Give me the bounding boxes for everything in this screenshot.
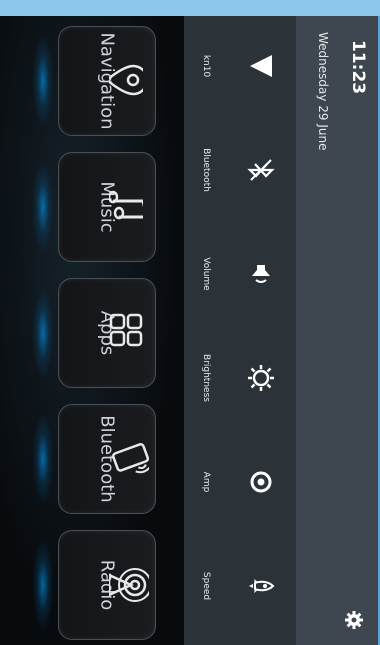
tile-glow xyxy=(33,541,53,629)
clock-time: 11:23 xyxy=(348,40,368,95)
tile-glow xyxy=(33,289,53,377)
settings-gear-icon[interactable] xyxy=(344,610,364,630)
music-tile[interactable]: Music xyxy=(33,152,156,262)
qs-amp-label: Amp xyxy=(201,471,211,493)
rocket-icon xyxy=(249,579,275,593)
device-screen: Navigation Music Apps Bluetooth Radio kn… xyxy=(0,0,380,645)
tile-glow xyxy=(33,415,53,503)
status-panel xyxy=(296,16,378,645)
location-pin-icon xyxy=(109,64,143,96)
apps-tile[interactable]: Apps xyxy=(33,278,156,388)
wifi-signal-icon xyxy=(250,55,272,77)
qs-volume-label: Volume xyxy=(201,257,211,291)
qs-volume[interactable]: Volume xyxy=(184,224,296,324)
phone-bluetooth-icon xyxy=(112,443,149,474)
qs-wifi[interactable]: kn10 xyxy=(184,16,296,116)
bluetooth-tile[interactable]: Bluetooth xyxy=(33,404,156,514)
amp-icon xyxy=(250,471,272,493)
clock-date: Wednesday 29 June xyxy=(316,32,330,151)
bluetooth-off-icon xyxy=(247,159,275,181)
qs-wifi-label: kn10 xyxy=(201,54,211,78)
radio-tile[interactable]: Radio xyxy=(33,530,156,640)
tile-glow xyxy=(33,163,53,251)
brightness-icon xyxy=(248,365,274,391)
volume-icon xyxy=(252,265,270,283)
radio-antenna-icon xyxy=(109,568,149,602)
navigation-tile[interactable]: Navigation xyxy=(33,26,156,136)
home-screen: Navigation Music Apps Bluetooth Radio xyxy=(0,16,184,645)
qs-brightness-label: Brightness xyxy=(201,354,211,402)
apps-grid-icon xyxy=(109,313,143,347)
tile-glow xyxy=(33,37,53,125)
qs-speed[interactable]: Speed xyxy=(184,536,296,636)
qs-amp[interactable]: Amp xyxy=(184,432,296,532)
qs-brightness[interactable]: Brightness xyxy=(184,328,296,428)
qs-bluetooth-label: Bluetooth xyxy=(201,148,211,192)
music-note-icon xyxy=(109,190,143,220)
quick-settings-panel: kn10 Bluetooth Volume Brightness Amp Spe… xyxy=(184,16,296,645)
top-strip xyxy=(0,0,380,16)
qs-speed-label: Speed xyxy=(201,571,211,601)
qs-bluetooth[interactable]: Bluetooth xyxy=(184,120,296,220)
